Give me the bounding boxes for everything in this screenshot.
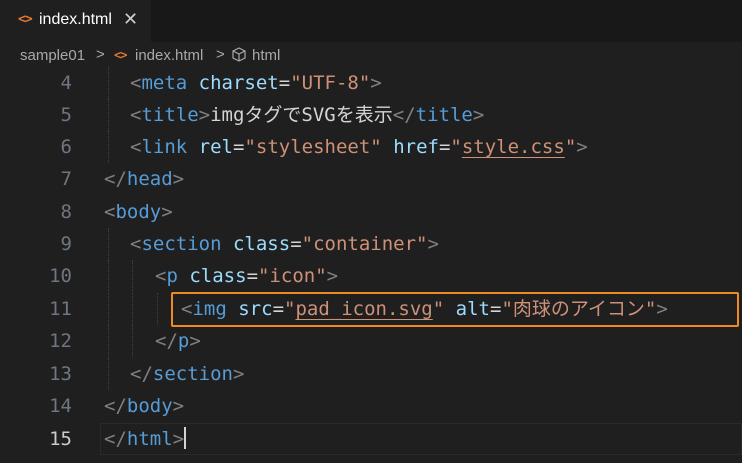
code-line: 13 </section> [0, 358, 742, 390]
chevron-right-icon: > [96, 46, 105, 63]
code-line: 10 <p class="icon"> [0, 260, 742, 292]
line-number: 7 [60, 168, 72, 190]
code-line: 14 </body> [0, 390, 742, 422]
indent-guide [157, 293, 158, 325]
line-number: 13 [49, 363, 72, 385]
code-line: 4 <meta charset="UTF-8"> [0, 67, 742, 99]
line-number: 14 [49, 395, 72, 417]
breadcrumb-symbol[interactable]: html [252, 47, 280, 64]
line-number: 11 [49, 298, 72, 320]
indent-guide [108, 260, 109, 292]
breadcrumb-folder[interactable]: sample01 [20, 47, 85, 64]
code-text: <body> [104, 201, 173, 223]
indent-guide [108, 228, 109, 260]
code-text: </head> [104, 168, 185, 190]
code-text: <meta charset="UTF-8"> [130, 72, 382, 94]
line-number: 5 [60, 104, 72, 126]
code-text: </html> [104, 427, 187, 450]
html-file-icon: <> [18, 12, 33, 27]
html-file-icon: <> [114, 48, 127, 62]
tab-index-html[interactable]: <> index.html ✕ [0, 0, 151, 42]
tab-label: index.html [39, 11, 112, 28]
symbol-cube-icon [230, 46, 248, 68]
text-cursor [184, 427, 187, 449]
indent-guide [132, 260, 133, 292]
code-text: <p class="icon"> [155, 265, 339, 287]
code-line: 6 <link rel="stylesheet" href="style.css… [0, 131, 742, 163]
code-text: <section class="container"> [130, 233, 439, 255]
indent-guide [108, 131, 109, 163]
line-number: 9 [60, 233, 72, 255]
line-number: 15 [49, 428, 72, 450]
code-text: </section> [130, 363, 245, 385]
code-line: 12 </p> [0, 325, 742, 357]
code-line: 5 <title>imgタグでSVGを表示</title> [0, 99, 742, 131]
stylesheet-link[interactable]: style.css [462, 136, 565, 158]
line-number: 10 [49, 265, 72, 287]
line-number: 8 [60, 201, 72, 223]
code-text: <link rel="stylesheet" href="style.css"> [130, 136, 588, 158]
breadcrumb-file[interactable]: index.html [135, 47, 203, 64]
indent-guide [132, 325, 133, 357]
tab-bar: <> index.html ✕ [0, 0, 742, 42]
code-text: </p> [155, 330, 201, 352]
breadcrumb: sample01 > <> index.html > html [0, 42, 742, 70]
close-icon[interactable]: ✕ [123, 9, 138, 30]
code-line-active: 15 </html> [0, 423, 742, 455]
line-number: 4 [60, 72, 72, 94]
indent-guide [108, 67, 109, 99]
indent-guide [108, 325, 109, 357]
code-text: <title>imgタグでSVGを表示</title> [130, 104, 485, 126]
chevron-right-icon: > [216, 46, 225, 63]
current-line-highlight [100, 423, 742, 455]
line-number: 12 [49, 330, 72, 352]
code-line: 9 <section class="container"> [0, 228, 742, 260]
indent-guide [108, 99, 109, 131]
annotation-highlight-box [171, 292, 739, 327]
indent-guide [132, 293, 133, 325]
code-line: 7 </head> [0, 163, 742, 195]
code-text: </body> [104, 395, 185, 417]
indent-guide [108, 293, 109, 325]
line-number: 6 [60, 136, 72, 158]
code-editor[interactable]: 4 <meta charset="UTF-8"> 5 <title>imgタグで… [0, 67, 742, 463]
code-line: 8 <body> [0, 196, 742, 228]
indent-guide [108, 358, 109, 390]
